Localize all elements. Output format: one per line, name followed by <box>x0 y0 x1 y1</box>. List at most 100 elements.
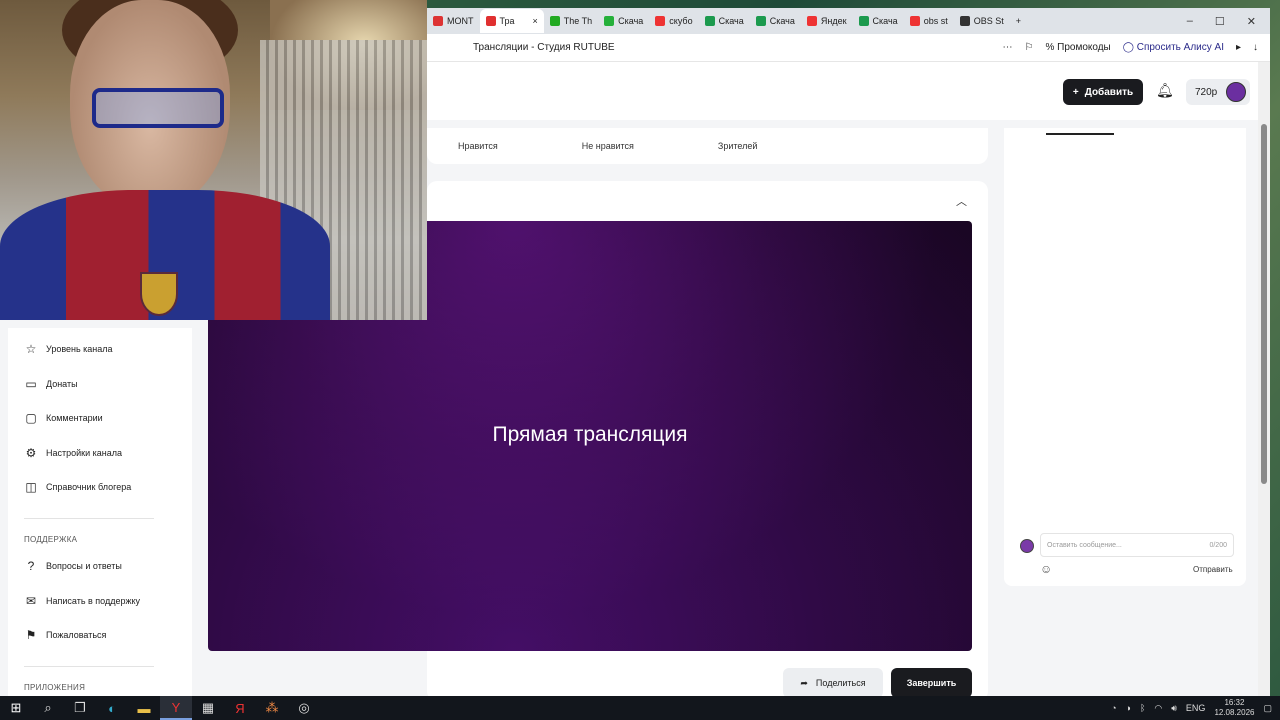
clock[interactable]: 16:32 12.08.2026 <box>1214 698 1254 718</box>
tray-icon[interactable]: ◔ <box>1111 703 1116 713</box>
store-icon[interactable]: ▦ <box>192 696 224 720</box>
bookmark-icon[interactable]: ⚐ <box>1024 42 1033 53</box>
address-bar-actions: ⋯ ⚐ % Промокоды ◯ Спросить Алису AI ▸ ↓ <box>1002 42 1270 53</box>
system-tray: ◔ ◑ ᛒ ◠ 🔊︎ ENG 16:32 12.08.2026 ▢ <box>1111 698 1280 718</box>
favicon-icon <box>433 16 443 26</box>
tab-list: MONT Тра × The Th Скача скубо Скача Скача Яндек С… <box>427 9 1010 33</box>
download-icon[interactable]: ↓ <box>1253 42 1258 53</box>
add-button[interactable]: + Добавить <box>1063 79 1143 105</box>
alice-button[interactable]: ◯ Спросить Алису AI <box>1123 42 1224 53</box>
alice-label: Спросить Алису AI <box>1136 42 1224 53</box>
sidebar-item[interactable]: ▭ Донаты <box>24 376 78 391</box>
share-label: Поделиться <box>815 678 866 688</box>
tab-label: Скача <box>718 16 744 26</box>
sidebar-item-label: Комментарии <box>46 413 103 424</box>
tab-label: Скача <box>872 16 898 26</box>
chat-input[interactable]: Оставить сообщение... 0/200 <box>1040 533 1234 557</box>
apps-header: ПРИЛОЖЕНИЯ <box>24 683 86 692</box>
divider <box>24 518 154 519</box>
chat-placeholder: Оставить сообщение... <box>1047 541 1122 549</box>
browser-tab[interactable]: Тра × <box>479 9 544 33</box>
favicon-icon <box>755 16 766 26</box>
clock-time: 16:32 <box>1224 698 1245 707</box>
sidebar-item[interactable]: ? Вопросы и ответы <box>24 559 122 573</box>
comment-icon: ▢ <box>25 411 37 426</box>
favicon-icon <box>959 16 970 26</box>
share-icon: ➦ <box>800 677 808 688</box>
emoji-icon[interactable]: ☺ <box>1040 562 1052 576</box>
promo-button[interactable]: % Промокоды <box>1045 42 1110 53</box>
task-view-icon[interactable]: ❐ <box>64 696 96 720</box>
tab-close-icon[interactable]: × <box>533 16 538 26</box>
browser-tab[interactable]: obs st <box>904 10 954 32</box>
question-icon: ? <box>27 559 35 573</box>
address-bar[interactable]: Трансляции - Студия RUTUBE ⋯ ⚐ % Промоко… <box>427 34 1270 62</box>
chevron-up-icon[interactable]: ︿ <box>956 193 967 209</box>
star-icon: ☆ <box>25 342 37 356</box>
end-stream-button[interactable]: Завершить <box>891 668 972 696</box>
sidebar-item[interactable]: ⚑ Пожаловаться <box>24 628 107 642</box>
webcam-overlay <box>0 0 427 320</box>
wallet-icon: ▭ <box>25 376 37 391</box>
browser-tab[interactable]: скубо <box>649 10 698 32</box>
sidebar-item[interactable]: ⚙ Настройки канала <box>24 446 122 460</box>
send-button[interactable]: Отправить <box>1193 565 1233 574</box>
sidebar-item[interactable]: ◫ Справочник блогера <box>24 480 131 494</box>
explorer-icon[interactable]: ▬ <box>128 696 160 720</box>
windows-start-icon[interactable]: ⊞ <box>0 696 32 720</box>
favicon-icon <box>858 16 869 26</box>
resolution-label: 720р <box>1195 86 1218 98</box>
tab-label: Скача <box>769 16 795 26</box>
favicon-icon <box>806 16 817 26</box>
tab-label: Скача <box>618 16 644 26</box>
tab-label: OBS St <box>973 16 1004 26</box>
more-icon[interactable]: ⋯ <box>1002 42 1012 53</box>
tab-label: The Th <box>563 16 593 26</box>
avatar[interactable] <box>1226 82 1246 102</box>
chat-avatar <box>1020 539 1034 553</box>
yandex-icon[interactable]: Я <box>224 696 256 720</box>
chat-tab-indicator <box>1046 133 1114 135</box>
yandex-browser-icon[interactable]: Y <box>160 696 192 720</box>
sidebar-toggle-icon[interactable]: ▸ <box>1236 42 1241 53</box>
search-icon[interactable]: ⌕ <box>32 696 64 720</box>
edge-icon[interactable]: ◐ <box>96 696 128 720</box>
browser-tab[interactable]: Яндек <box>801 10 853 32</box>
notifications-icon[interactable]: ▢ <box>1263 703 1272 714</box>
browser-tab[interactable]: MONT <box>427 10 480 32</box>
gear-icon: ⚙ <box>25 445 37 460</box>
maximize-icon[interactable]: ☐ <box>1215 15 1225 28</box>
browser-tab[interactable]: OBS St <box>954 10 1010 32</box>
sidebar-item-label: Настройки канала <box>46 447 123 458</box>
tab-label: скубо <box>669 16 693 26</box>
resolution-badge[interactable]: 720р <box>1186 79 1250 105</box>
sidebar-item-label: Донаты <box>46 378 78 389</box>
page-scrollbar[interactable] <box>1258 62 1270 696</box>
book-icon: ◫ <box>25 480 37 495</box>
tray-icon[interactable]: ◑ <box>1126 703 1131 713</box>
browser-tab[interactable]: Скача <box>699 10 750 32</box>
browser-tab[interactable]: The Th <box>544 10 598 32</box>
new-tab-button[interactable]: + <box>1010 10 1027 32</box>
favicon-icon <box>549 16 560 26</box>
browser-tab[interactable]: Скача <box>853 10 904 32</box>
obs-icon[interactable]: ◎ <box>288 696 320 720</box>
bell-icon[interactable]: 🔔︎ <box>1156 82 1174 99</box>
scrollbar-thumb[interactable] <box>1261 124 1267 484</box>
sidebar-item-label: Вопросы и ответы <box>46 561 122 571</box>
share-button[interactable]: ➦ Поделиться <box>783 668 883 696</box>
browser-tab[interactable]: Скача <box>750 10 801 32</box>
sidebar-item[interactable]: ☆ Уровень канала <box>24 342 113 356</box>
minimize-icon[interactable]: – <box>1187 15 1193 28</box>
wifi-icon[interactable]: ◠ <box>1154 703 1162 714</box>
apps-icon[interactable]: ⁂ <box>256 696 288 720</box>
sidebar-item[interactable]: ▢ Комментарии <box>24 411 103 426</box>
bluetooth-icon[interactable]: ᛒ <box>1140 703 1145 713</box>
volume-icon[interactable]: 🔊︎ <box>1171 703 1177 714</box>
page-title: Трансляции - Студия RUTUBE <box>473 42 615 53</box>
language-indicator[interactable]: ENG <box>1186 703 1206 713</box>
sidebar-item[interactable]: ✉ Написать в поддержку <box>24 594 140 608</box>
likes-label: Нравится <box>458 141 498 151</box>
close-window-icon[interactable]: ✕ <box>1247 15 1256 28</box>
browser-tab[interactable]: Скача <box>598 10 649 32</box>
